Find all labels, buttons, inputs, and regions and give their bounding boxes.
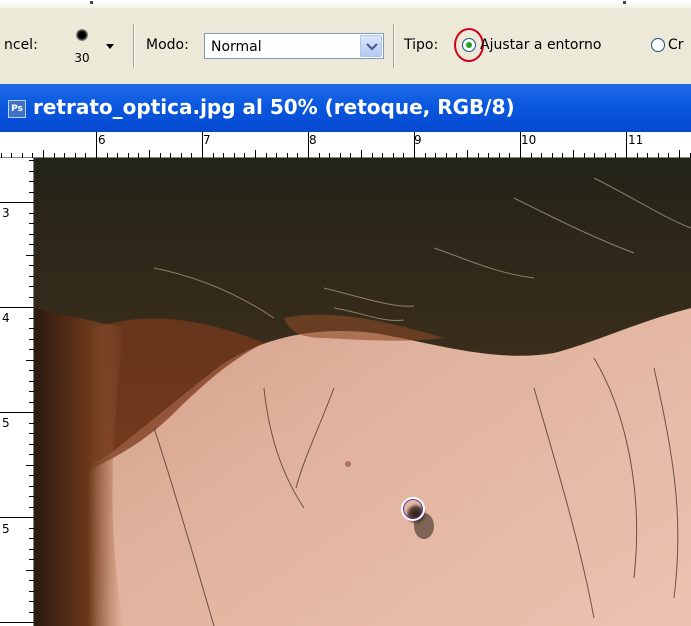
- radio-create-label[interactable]: Cr: [668, 37, 684, 53]
- radio-adjust-to-surroundings[interactable]: [462, 38, 476, 52]
- ruler-v-label: 4: [2, 311, 10, 325]
- radio-adjust-label[interactable]: Ajustar a entorno: [480, 37, 601, 53]
- ruler-h-label: 8: [309, 133, 317, 147]
- document-title: retrato_optica.jpg al 50% (retoque, RGB/…: [33, 95, 515, 119]
- strip-marker: [90, 1, 93, 4]
- brush-tip-icon: [76, 29, 88, 41]
- mode-select-dropdown-button[interactable]: [360, 35, 382, 57]
- vertical-ruler-ticks: [0, 160, 34, 623]
- brush-picker[interactable]: 30: [65, 24, 99, 68]
- mode-select[interactable]: Normal: [204, 33, 384, 59]
- image-canvas[interactable]: [34, 158, 691, 626]
- healing-brush-cursor: [401, 497, 425, 521]
- brush-size-value: 30: [74, 51, 90, 65]
- horizontal-ruler[interactable]: 6 7 8 9 10 11: [0, 132, 691, 158]
- options-bar: ncel: 30 Modo: Normal Tipo: Ajustar a en…: [0, 0, 691, 84]
- separator: [133, 24, 134, 68]
- ruler-h-label: 10: [521, 133, 537, 147]
- separator: [393, 24, 394, 68]
- brush-dropdown-arrow-icon[interactable]: [106, 44, 114, 49]
- brush-label: ncel:: [4, 37, 38, 53]
- mode-select-value: Normal: [211, 39, 262, 55]
- strip-marker: [623, 1, 626, 4]
- portrait-photo: [34, 158, 691, 626]
- ruler-v-label: 5: [2, 522, 10, 536]
- photoshop-document-icon: Ps: [8, 100, 26, 118]
- vertical-ruler[interactable]: 3 4 5 5: [0, 158, 34, 626]
- ruler-h-label: 11: [628, 133, 644, 147]
- type-label: Tipo:: [404, 37, 439, 53]
- options-top-strip: [0, 0, 691, 8]
- mode-label: Modo:: [146, 37, 189, 53]
- radio-create-texture[interactable]: [651, 38, 665, 52]
- ruler-h-label: 9: [414, 133, 422, 147]
- ruler-h-label: 6: [98, 133, 106, 147]
- ruler-h-label: 7: [203, 133, 211, 147]
- ruler-v-label: 3: [2, 206, 10, 220]
- ruler-v-label: 5: [2, 416, 10, 430]
- document-title-bar[interactable]: Ps retrato_optica.jpg al 50% (retoque, R…: [0, 84, 691, 132]
- chevron-down-icon: [366, 43, 378, 51]
